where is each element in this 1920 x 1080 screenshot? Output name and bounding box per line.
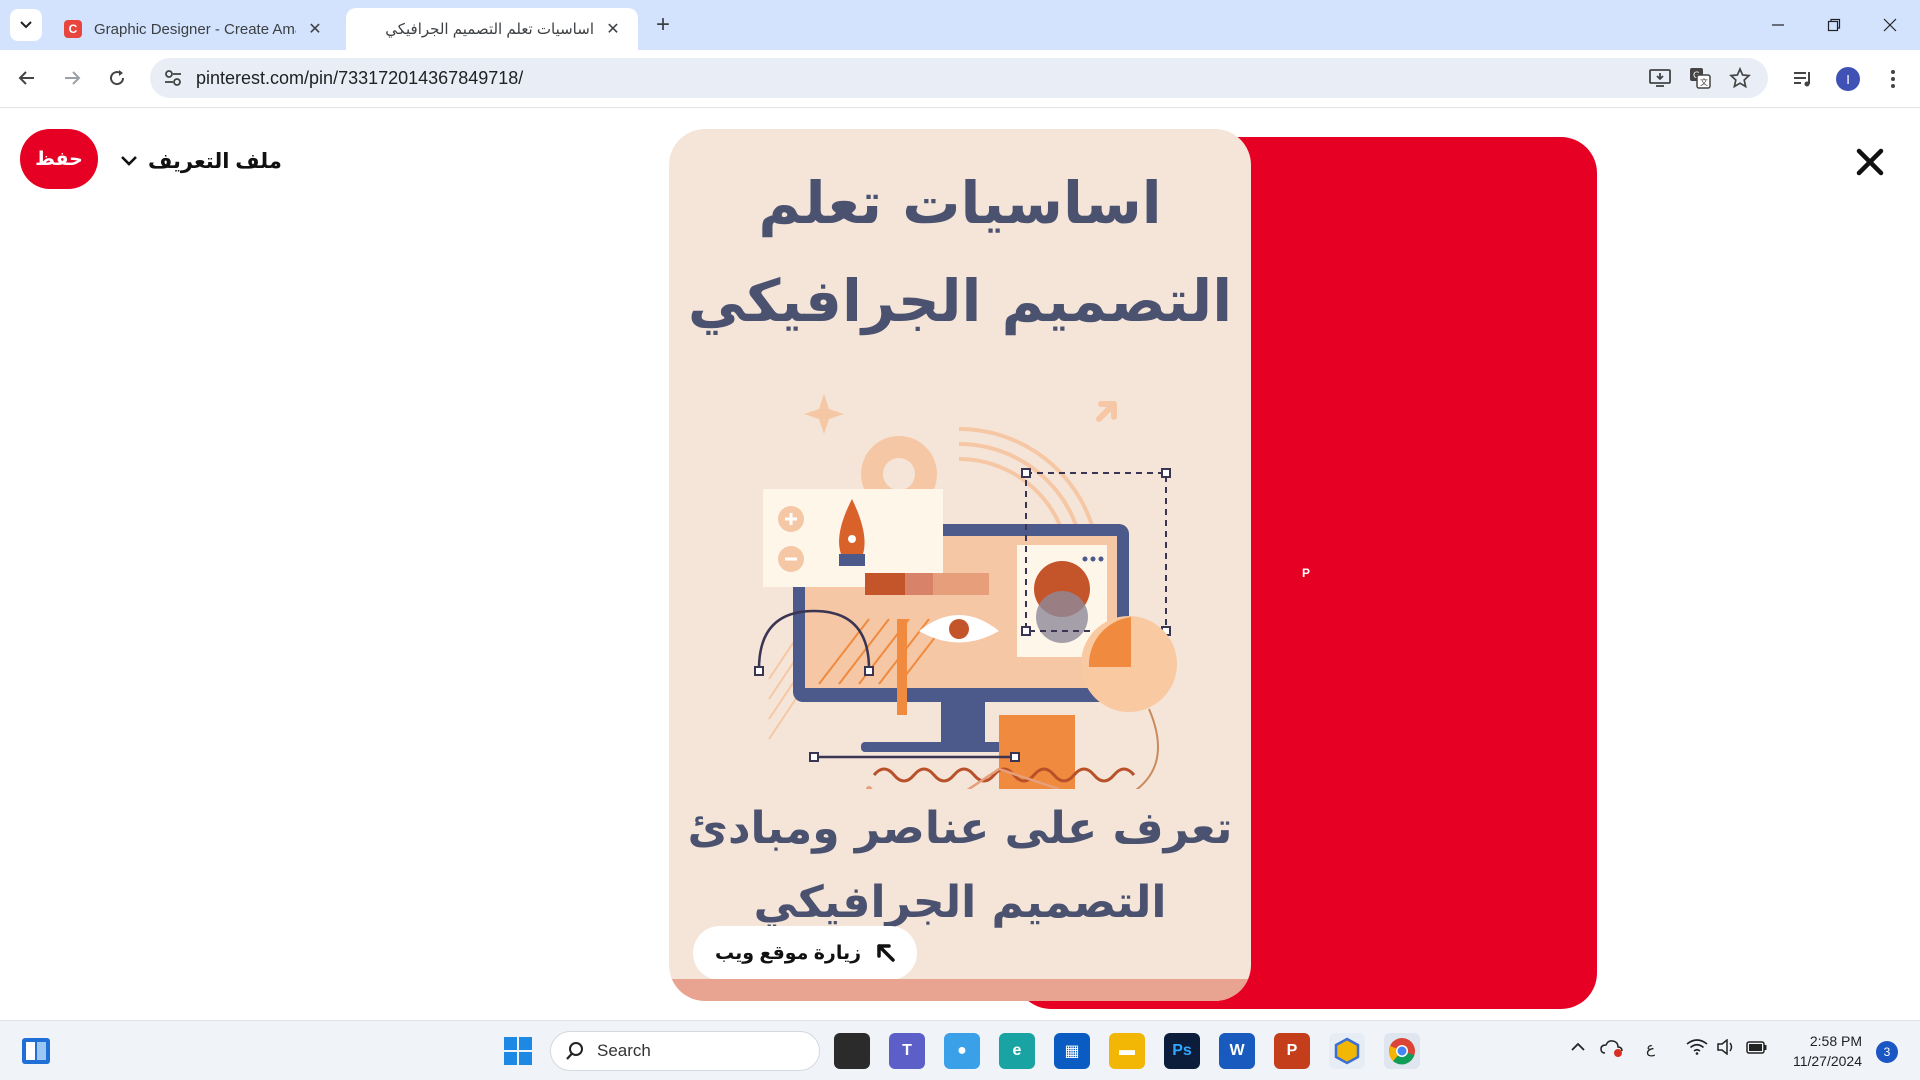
edge-icon[interactable]: e (999, 1033, 1035, 1069)
reload-button[interactable] (100, 61, 134, 95)
minimize-icon (1772, 24, 1784, 26)
more-menu-icon[interactable] (1880, 66, 1906, 92)
minimize-button[interactable] (1750, 0, 1806, 50)
site-settings-icon[interactable] (162, 67, 184, 89)
tab-search-button[interactable] (10, 9, 42, 41)
pin-subtitle-line2: التصميم الجرافيكي (753, 877, 1167, 928)
profile-dropdown-label: ملف التعريف (148, 149, 282, 173)
word-icon[interactable]: W (1219, 1033, 1255, 1069)
canva-icon: C (64, 20, 82, 38)
reload-icon (110, 70, 125, 86)
volume-icon[interactable] (1716, 1038, 1736, 1059)
system-clock[interactable]: 2:58 PM 11/27/2024 (1782, 1031, 1862, 1071)
microsoft-store-icon[interactable]: ▦ (1054, 1033, 1090, 1069)
close-pin-button[interactable] (1852, 144, 1888, 180)
graphic-design-illustration (754, 394, 1177, 789)
teams-icon[interactable]: T (889, 1033, 925, 1069)
taskbar: Search T ● e ▦ ▬ Ps W P ع 2:58 PM 11/27/… (0, 1020, 1920, 1080)
powerpoint-icon[interactable]: P (1274, 1033, 1310, 1069)
notification-badge[interactable]: 3 (1876, 1041, 1898, 1063)
tab-pinterest[interactable]: P اساسيات تعلم التصميم الجرافيكي ✕ (346, 8, 1597, 1009)
chevron-down-icon (20, 21, 32, 29)
app-cube-icon[interactable] (1329, 1033, 1365, 1069)
wifi-icon[interactable] (1686, 1039, 1708, 1059)
photoshop-icon[interactable]: Ps (1164, 1033, 1200, 1069)
chevron-down-icon (121, 156, 137, 166)
new-tab-button[interactable]: + (650, 11, 676, 38)
task-view-icon[interactable] (834, 1033, 870, 1069)
close-icon[interactable]: ✕ (304, 18, 326, 40)
pin-title-line2: التصميم الجرافيكي (687, 267, 1233, 335)
clock-date: 11/27/2024 (1792, 1053, 1862, 1069)
taskbar-search-placeholder: Search (597, 1041, 651, 1060)
media-controls-icon[interactable] (1790, 66, 1816, 92)
start-icon[interactable] (500, 1033, 536, 1069)
arrow-up-left-icon (877, 944, 895, 962)
address-bar[interactable]: pinterest.com/pin/733172014367849718/ G文 (150, 58, 1768, 98)
pin-title-line1: اساسيات تعلم (758, 169, 1162, 237)
close-icon[interactable]: ✕ (602, 18, 624, 40)
close-icon (1856, 148, 1884, 176)
install-app-icon[interactable] (1648, 66, 1672, 90)
tab-title: Graphic Designer - Create Ama (94, 20, 296, 38)
restore-icon (1827, 18, 1841, 32)
back-button[interactable] (10, 61, 44, 95)
close-icon (1883, 18, 1897, 32)
translate-icon[interactable]: G文 (1688, 66, 1712, 90)
arrow-right-icon (65, 71, 81, 85)
bookmark-star-icon[interactable] (1728, 66, 1752, 90)
tab-canva[interactable]: C Graphic Designer - Create Ama ✕ (50, 8, 340, 50)
tab-title: اساسيات تعلم التصميم الجرافيكي (385, 21, 594, 38)
tab-strip: C Graphic Designer - Create Ama ✕ P اساس… (0, 0, 1920, 1009)
chrome-icon[interactable] (1384, 1033, 1420, 1069)
visit-website-label: زيارة موقع ويب (715, 942, 862, 964)
pin-bottom-bar (669, 979, 1251, 1001)
keyboard-language[interactable]: ع (1646, 1039, 1655, 1057)
arrow-left-icon (18, 71, 34, 85)
show-hidden-icons-icon[interactable] (1570, 1039, 1586, 1056)
browser-toolbar: pinterest.com/pin/733172014367849718/ G文… (0, 50, 1920, 108)
forward-button[interactable] (55, 61, 89, 95)
battery-icon[interactable] (1746, 1039, 1768, 1059)
window-close-button[interactable] (1862, 0, 1918, 50)
onedrive-error-icon[interactable] (1600, 1039, 1624, 1061)
search-icon (566, 1042, 583, 1060)
profile-dropdown[interactable]: ملف التعريف (120, 146, 282, 176)
pin-subtitle-line1: تعرف على عناصر ومبادئ (687, 803, 1233, 854)
paint-icon[interactable]: ● (944, 1033, 980, 1069)
url-text[interactable]: pinterest.com/pin/733172014367849718/ (196, 68, 523, 89)
file-explorer-icon[interactable]: ▬ (1109, 1033, 1145, 1069)
profile-avatar[interactable]: I (1836, 67, 1860, 91)
restore-button[interactable] (1806, 0, 1862, 50)
clock-time: 2:58 PM (1809, 1033, 1862, 1049)
svg-text:文: 文 (1700, 77, 1708, 87)
save-button[interactable]: حفظ (20, 129, 98, 189)
visit-website-button[interactable]: زيارة موقع ويب (693, 926, 918, 980)
taskbar-search-input[interactable]: Search (550, 1031, 820, 1071)
widgets-icon[interactable] (18, 1033, 54, 1069)
pin-image[interactable]: اساسيات تعلم التصميم الجرافيكي تعرف على … (669, 129, 1251, 1001)
